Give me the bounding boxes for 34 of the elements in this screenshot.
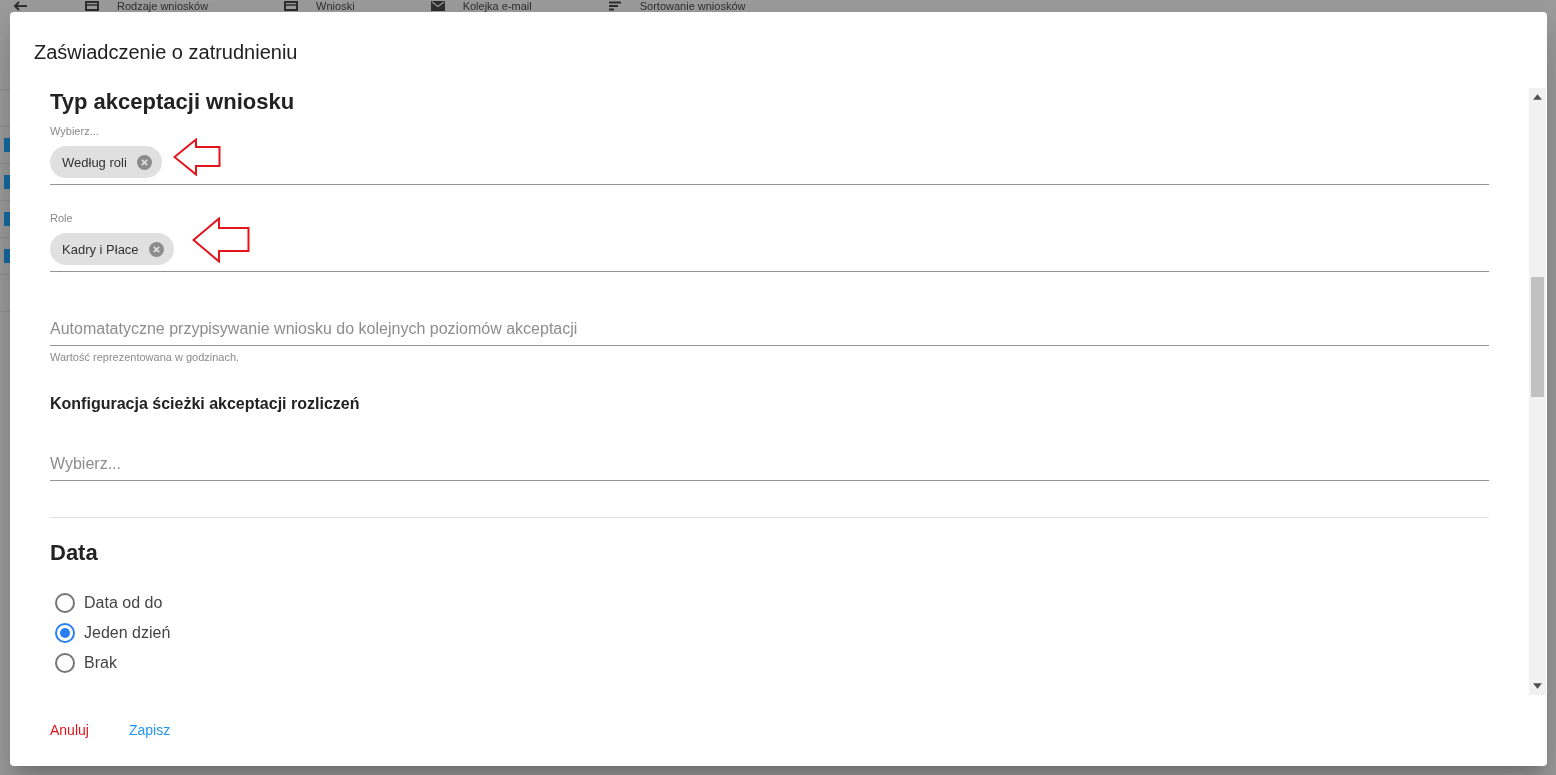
section-heading: Konfiguracja ścieżki akceptacji rozliczeń: [50, 394, 360, 414]
nav-tab[interactable]: Wnioski: [284, 0, 355, 12]
radio-option[interactable]: Data od do: [50, 588, 165, 618]
back-arrow-icon[interactable]: [12, 0, 28, 12]
scrollbar[interactable]: [1529, 88, 1546, 695]
chip[interactable]: Według roli: [50, 146, 162, 178]
radio-option[interactable]: Jeden dzień: [50, 618, 173, 648]
scrollbar-thumb[interactable]: [1531, 277, 1544, 397]
close-icon[interactable]: [148, 241, 164, 257]
close-icon[interactable]: [136, 154, 152, 170]
nav-tab[interactable]: Sortowanie wniosków: [607, 0, 746, 12]
scroll-down-icon[interactable]: [1533, 683, 1542, 689]
sort-icon: [607, 1, 622, 11]
document-icon: [85, 1, 99, 11]
radio-option[interactable]: Brak: [50, 648, 119, 678]
nav-tab[interactable]: Rodzaje wniosków: [85, 0, 209, 12]
section-heading: Typ akceptacji wniosku: [50, 89, 295, 115]
select-field[interactable]: Role Kadry i Płace: [50, 204, 1489, 272]
section-heading: Data: [50, 540, 98, 566]
radio-button-icon[interactable]: [55, 653, 75, 673]
nav-tab[interactable]: Kolejka e-mail: [430, 0, 532, 12]
chip[interactable]: Kadry i Płace: [50, 233, 174, 265]
input-field[interactable]: Automatatyczne przypisywanie wniosku do kolejnych poziomów akceptacji: [50, 317, 1489, 346]
document-icon: [284, 1, 299, 11]
hint-text: Wartość reprezentowana w godzinach.: [50, 350, 240, 364]
scroll-up-icon[interactable]: [1533, 94, 1542, 100]
field-label: Wybierz...: [50, 124, 99, 138]
radio-button-icon[interactable]: [55, 593, 75, 613]
radio-button-icon[interactable]: [55, 623, 75, 643]
select-field[interactable]: Wybierz...: [50, 452, 1489, 481]
dialog-title: Zaświadczenie o zatrudnieniu: [34, 40, 298, 64]
cancel-button[interactable]: Anuluj: [42, 712, 97, 748]
select-field[interactable]: Wybierz... Według roli: [50, 117, 1489, 185]
field-label: Role: [50, 211, 73, 225]
